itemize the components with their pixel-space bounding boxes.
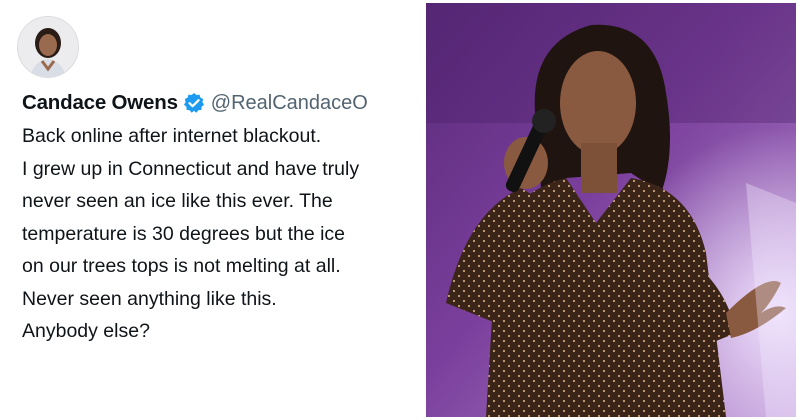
tweet-line: Back online after internet blackout. (22, 125, 322, 147)
speaker-photo (426, 3, 796, 417)
tweet-card: Candace Owens @RealCandaceO Back online … (0, 0, 426, 420)
tweet-line: temperature is 30 degrees but the ice (22, 222, 346, 245)
tweet-text: Back online after internet blackout. I g… (22, 120, 422, 348)
tweet-line: on our trees tops is not melting at all. (22, 255, 341, 277)
tweet-line: Never seen anything like this. (22, 287, 277, 310)
tweet-line: never seen an ice like this ever. The (22, 190, 333, 212)
tweet-line: Anybody else? (22, 320, 150, 342)
avatar[interactable] (17, 16, 79, 78)
verified-badge-icon (183, 92, 205, 114)
author-name[interactable]: Candace Owens (22, 91, 178, 115)
tweet-line: I grew up in Connecticut and have truly (22, 157, 360, 180)
tweet-header: Candace Owens @RealCandaceO (22, 88, 368, 118)
author-handle[interactable]: @RealCandaceO (211, 92, 368, 115)
